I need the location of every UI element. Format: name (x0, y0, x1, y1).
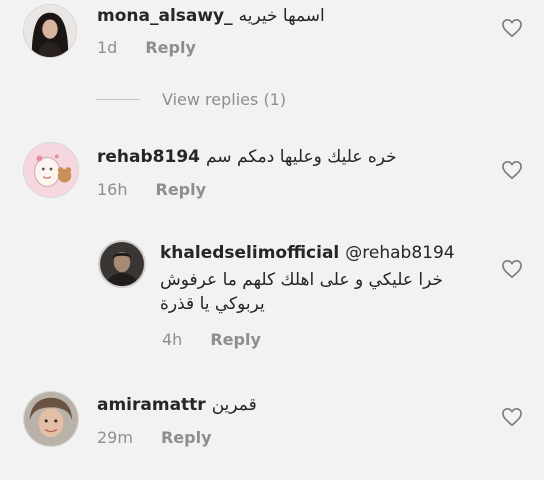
comment-meta: 16h Reply (97, 180, 206, 199)
avatar-image (100, 242, 144, 286)
comment-meta: 1d Reply (97, 38, 196, 57)
comment-username[interactable]: khaledselimofficial (160, 243, 339, 263)
comment-meta: 29m Reply (97, 428, 212, 447)
comment-text-line: يربوكي يا قذرة (160, 294, 265, 314)
heart-outline-icon[interactable] (501, 407, 523, 427)
comment-text: اسمها خيريه (238, 6, 325, 26)
comment-username[interactable]: mona_alsawy_ (97, 6, 233, 26)
comment-body: amiramattr قمرين (97, 394, 257, 416)
avatar[interactable] (23, 391, 79, 447)
comment-timestamp: 16h (97, 180, 128, 199)
avatar-image (24, 392, 78, 446)
comment-timestamp: 29m (97, 428, 133, 447)
comment-body: rehab8194 خره عليك وعليها دمكم سم (97, 146, 397, 168)
reply-button[interactable]: Reply (161, 428, 212, 447)
avatar[interactable] (23, 4, 77, 58)
comment-timestamp: 4h (162, 330, 183, 349)
comment-mention[interactable]: @rehab8194 (345, 243, 454, 263)
reply-button[interactable]: Reply (210, 330, 261, 349)
comment-timestamp: 1d (97, 38, 118, 57)
comment-text: قمرين (211, 395, 257, 415)
comment-text: خره عليك وعليها دمكم سم (205, 147, 397, 167)
reply-button[interactable]: Reply (145, 38, 196, 57)
comment-username[interactable]: amiramattr (97, 395, 206, 415)
comment-username[interactable]: rehab8194 (97, 147, 200, 167)
comment-body: khaledselimofficial @rehab8194 (160, 242, 455, 264)
view-replies-button[interactable]: View replies (1) (96, 90, 286, 109)
comment-text: خرا عليكي و على اهلك كلهم ما عرفوش يربوك… (160, 268, 490, 316)
avatar[interactable] (23, 142, 79, 198)
avatar[interactable] (98, 240, 146, 288)
heart-outline-icon[interactable] (501, 18, 523, 38)
comment-text-line: خرا عليكي و على اهلك كلهم ما عرفوش (160, 270, 444, 290)
avatar-image (24, 5, 76, 57)
reply-button[interactable]: Reply (156, 180, 207, 199)
comment-body: mona_alsawy_ اسمها خيريه (97, 5, 325, 27)
heart-outline-icon[interactable] (501, 259, 523, 279)
divider (96, 99, 140, 100)
comment-meta: 4h Reply (162, 330, 261, 349)
heart-outline-icon[interactable] (501, 160, 523, 180)
view-replies-label: View replies (1) (162, 90, 287, 109)
avatar-image (24, 143, 78, 197)
